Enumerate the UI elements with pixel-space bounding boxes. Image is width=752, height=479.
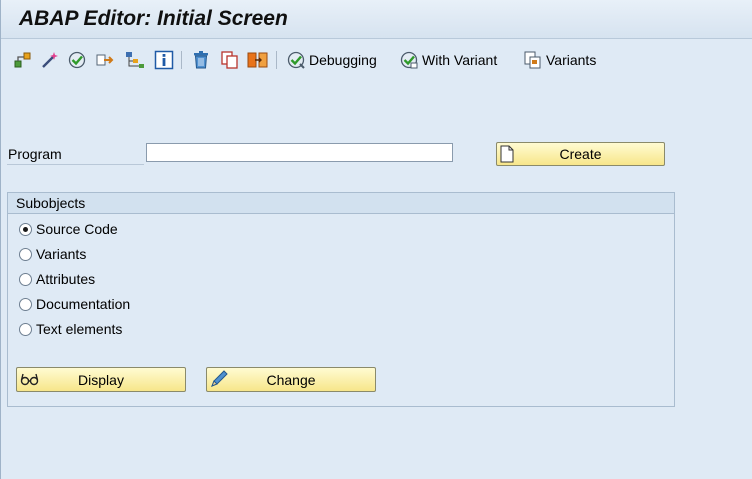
activate-icon[interactable] bbox=[95, 50, 115, 70]
execute-variant-icon bbox=[400, 51, 418, 69]
radio-label: Text elements bbox=[36, 321, 123, 337]
program-label: Program bbox=[8, 146, 62, 162]
radio-button[interactable] bbox=[19, 222, 32, 236]
radio-button[interactable] bbox=[19, 272, 32, 286]
program-label-underline bbox=[7, 164, 144, 165]
magic-wand-icon[interactable] bbox=[40, 50, 60, 70]
radio-label: Source Code bbox=[36, 221, 118, 237]
display-button[interactable]: Display bbox=[16, 367, 186, 392]
variants-button[interactable]: Variants bbox=[523, 50, 596, 70]
check-icon[interactable] bbox=[67, 50, 87, 70]
radio-variants[interactable]: Variants bbox=[19, 245, 86, 263]
radio-button[interactable] bbox=[19, 322, 32, 336]
title-bar: ABAP Editor: Initial Screen bbox=[1, 0, 752, 39]
display-label: Display bbox=[78, 371, 124, 388]
with-variant-label: With Variant bbox=[422, 52, 498, 68]
radio-text-elements[interactable]: Text elements bbox=[19, 320, 122, 338]
page-title: ABAP Editor: Initial Screen bbox=[19, 7, 288, 30]
debugging-button[interactable]: Debugging bbox=[286, 50, 377, 70]
rename-icon[interactable] bbox=[247, 50, 269, 70]
toolbar-separator bbox=[181, 51, 182, 69]
radio-documentation[interactable]: Documentation bbox=[19, 295, 130, 313]
change-label: Change bbox=[266, 371, 316, 388]
execute-debug-icon bbox=[287, 51, 305, 69]
toolbar-separator bbox=[276, 51, 277, 69]
radio-label: Variants bbox=[36, 246, 87, 262]
radio-label: Attributes bbox=[36, 271, 96, 287]
object-list-icon[interactable] bbox=[124, 50, 146, 70]
radio-source-code[interactable]: Source Code bbox=[19, 220, 118, 238]
pencil-icon bbox=[211, 370, 228, 387]
object-hierarchy-icon[interactable] bbox=[13, 50, 33, 70]
subobjects-header: Subobjects bbox=[8, 193, 674, 214]
radio-attributes[interactable]: Attributes bbox=[19, 270, 95, 288]
radio-label: Documentation bbox=[36, 296, 131, 312]
create-button[interactable]: Create bbox=[496, 142, 665, 166]
create-label: Create bbox=[559, 146, 602, 162]
new-document-icon bbox=[500, 145, 514, 163]
change-button[interactable]: Change bbox=[206, 367, 376, 392]
subobjects-group: Subobjects Source Code Variants Attribut… bbox=[7, 192, 675, 407]
application-toolbar: Debugging With Variant Variants bbox=[1, 39, 752, 81]
variants-label: Variants bbox=[546, 52, 597, 68]
radio-button[interactable] bbox=[19, 247, 32, 261]
with-variant-button[interactable]: With Variant bbox=[399, 50, 497, 70]
subobjects-title: Subobjects bbox=[16, 195, 86, 211]
program-input[interactable] bbox=[146, 143, 453, 162]
trash-icon[interactable] bbox=[191, 50, 211, 70]
variants-icon bbox=[524, 51, 541, 69]
glasses-icon bbox=[20, 373, 39, 386]
info-icon[interactable] bbox=[154, 50, 174, 70]
copy-icon[interactable] bbox=[220, 50, 240, 70]
debugging-label: Debugging bbox=[309, 52, 377, 68]
radio-button[interactable] bbox=[19, 297, 32, 311]
